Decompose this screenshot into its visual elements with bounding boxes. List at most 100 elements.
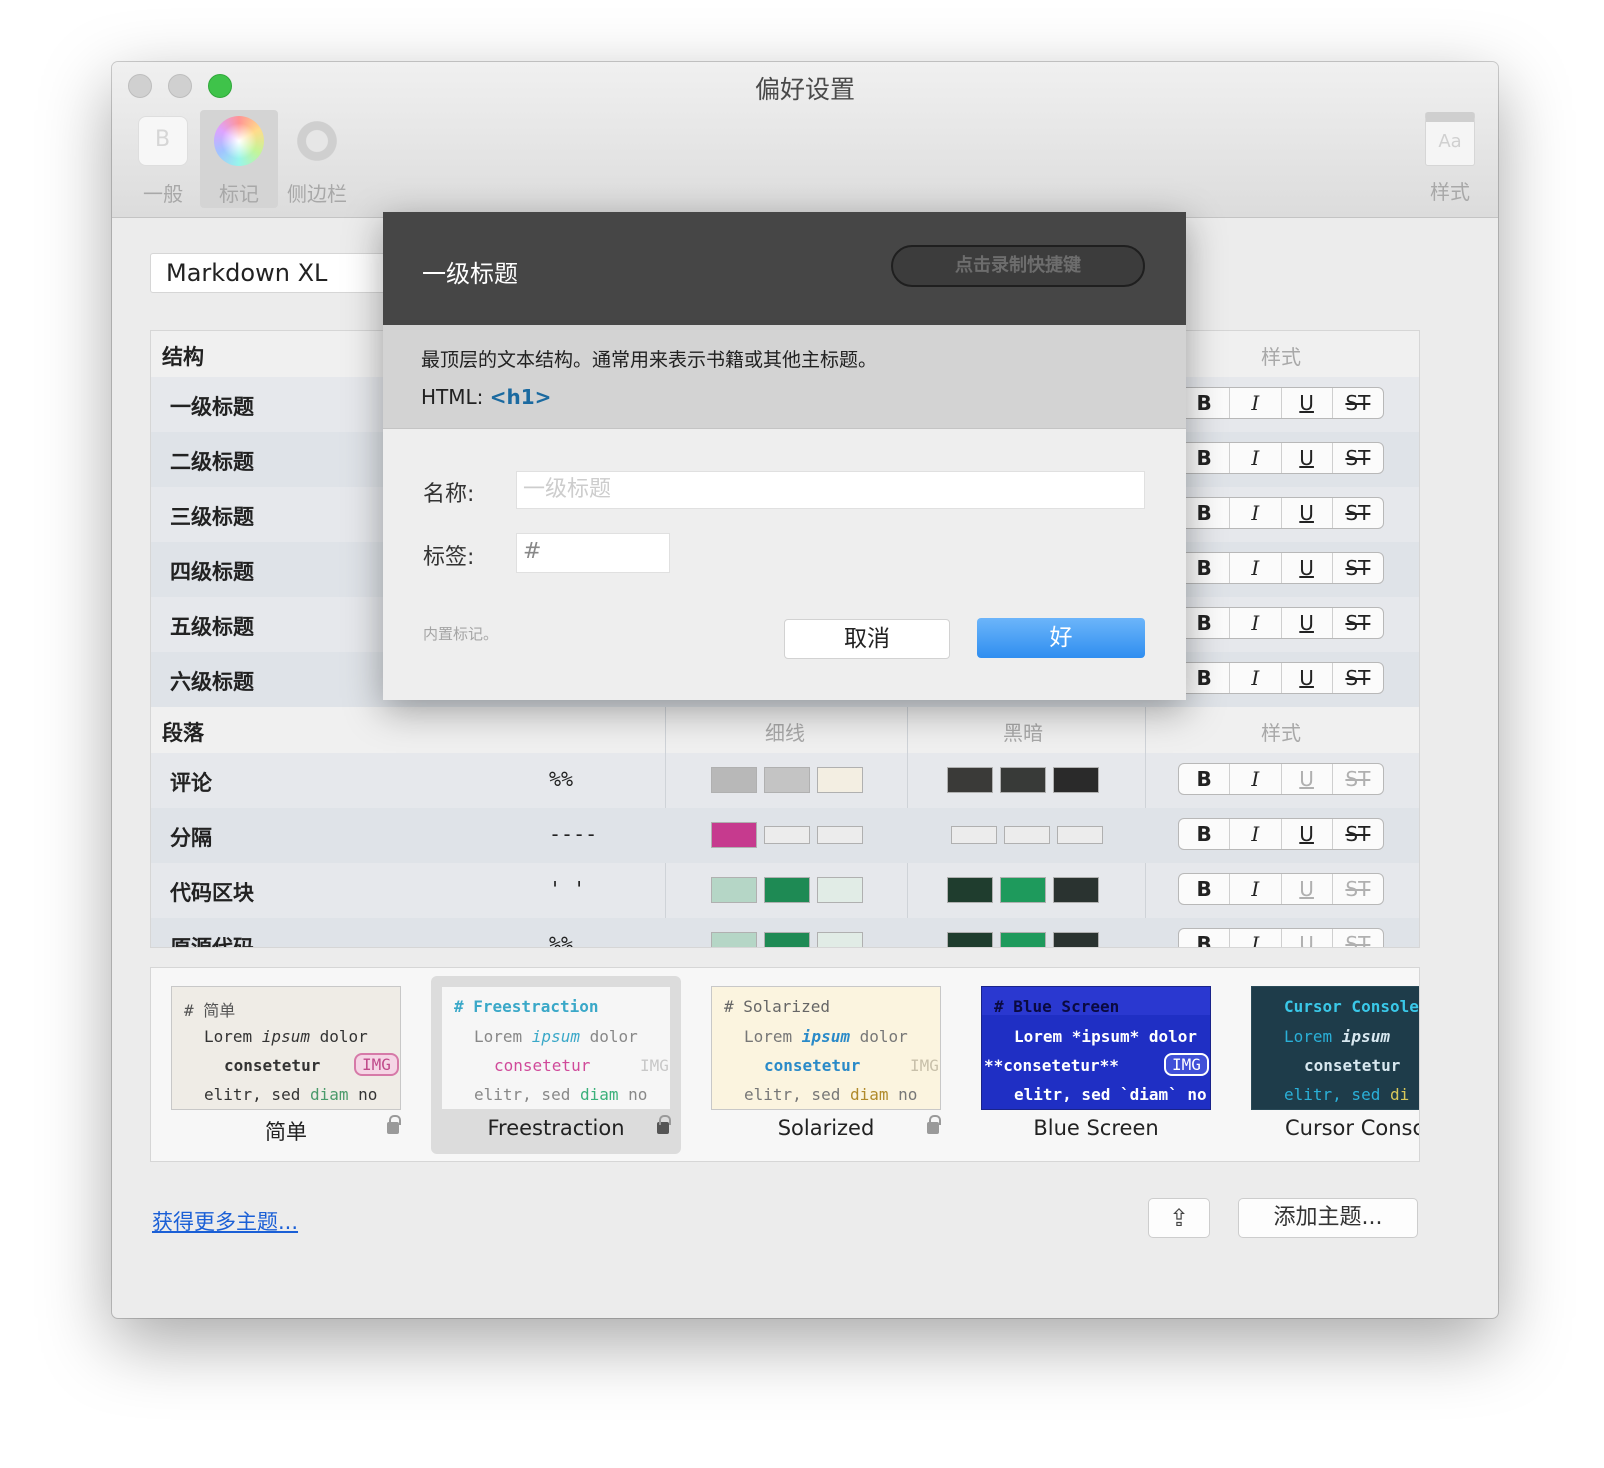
bold-toggle[interactable]: B bbox=[1179, 764, 1231, 794]
light-foreground-swatch[interactable] bbox=[711, 877, 757, 903]
format-buttons[interactable]: B I U ST bbox=[1178, 662, 1384, 694]
toolbar-sidebar-tab[interactable]: 侧边栏 bbox=[278, 110, 356, 208]
strike-toggle[interactable]: ST bbox=[1333, 608, 1383, 638]
share-icon[interactable]: ⇪ bbox=[1148, 1198, 1210, 1238]
strike-toggle[interactable]: ST bbox=[1333, 553, 1383, 583]
underline-toggle[interactable]: U bbox=[1282, 929, 1333, 947]
strike-toggle[interactable]: ST bbox=[1333, 498, 1383, 528]
format-buttons[interactable]: B I U ST bbox=[1178, 552, 1384, 584]
format-buttons[interactable]: B I U ST bbox=[1178, 387, 1384, 419]
theme-card-simple[interactable]: # 简单 Lorem ipsum dolor consetetur IMG el… bbox=[161, 976, 411, 1154]
strike-toggle[interactable]: ST bbox=[1333, 929, 1383, 947]
underline-toggle[interactable]: U bbox=[1282, 498, 1333, 528]
theme-selector[interactable]: Markdown XL bbox=[150, 253, 410, 293]
theme-card-freestraction[interactable]: # Freestraction Lorem ipsum dolor conset… bbox=[431, 976, 681, 1154]
italic-toggle[interactable]: I bbox=[1230, 608, 1282, 638]
lock-icon bbox=[387, 1115, 401, 1134]
italic-toggle[interactable]: I bbox=[1230, 929, 1282, 947]
strike-toggle[interactable]: ST bbox=[1333, 874, 1383, 904]
bold-toggle[interactable]: B bbox=[1179, 929, 1231, 947]
dark-extra-swatch[interactable] bbox=[1053, 932, 1099, 947]
underline-toggle[interactable]: U bbox=[1282, 663, 1333, 693]
dark-foreground-swatch[interactable] bbox=[947, 767, 993, 793]
get-more-themes-link[interactable]: 获得更多主题... bbox=[152, 1206, 298, 1236]
record-shortcut-button[interactable]: 点击录制快捷键 bbox=[891, 245, 1145, 287]
preview-heading: # Blue Screen bbox=[994, 997, 1120, 1016]
bold-toggle[interactable]: B bbox=[1179, 608, 1231, 638]
theme-card-cursor-console[interactable]: Cursor Console Lorem ipsum consetetur el… bbox=[1241, 976, 1419, 1154]
ok-button[interactable]: 好 bbox=[977, 618, 1145, 658]
light-extra-swatch[interactable] bbox=[817, 932, 863, 947]
dark-extra-swatch[interactable] bbox=[1053, 767, 1099, 793]
light-extra-swatch[interactable] bbox=[817, 877, 863, 903]
dark-background-swatch[interactable] bbox=[1004, 826, 1050, 844]
dark-foreground-swatch[interactable] bbox=[947, 877, 993, 903]
name-field[interactable]: 一级标题 bbox=[516, 471, 1145, 509]
add-theme-button[interactable]: 添加主题... bbox=[1238, 1198, 1418, 1238]
light-extra-swatch[interactable] bbox=[817, 767, 863, 793]
format-buttons[interactable]: B I U ST bbox=[1178, 818, 1384, 850]
light-background-swatch[interactable] bbox=[764, 877, 810, 903]
light-background-swatch[interactable] bbox=[764, 826, 810, 844]
format-buttons[interactable]: B I U ST bbox=[1178, 928, 1384, 947]
paragraph-row[interactable]: 代码区块 ' ' B I U ST bbox=[151, 863, 1419, 918]
underline-toggle[interactable]: U bbox=[1282, 443, 1333, 473]
light-extra-swatch[interactable] bbox=[817, 826, 863, 844]
dark-foreground-swatch[interactable] bbox=[947, 932, 993, 947]
format-buttons[interactable]: B I U ST bbox=[1178, 442, 1384, 474]
italic-toggle[interactable]: I bbox=[1230, 498, 1282, 528]
bold-toggle[interactable]: B bbox=[1179, 874, 1231, 904]
italic-toggle[interactable]: I bbox=[1230, 663, 1282, 693]
light-foreground-swatch[interactable] bbox=[711, 767, 757, 793]
bold-toggle[interactable]: B bbox=[1179, 819, 1231, 849]
bold-toggle[interactable]: B bbox=[1179, 553, 1231, 583]
bold-toggle[interactable]: B bbox=[1179, 388, 1231, 418]
tag-field[interactable]: # bbox=[516, 533, 670, 573]
toolbar-style-tab[interactable]: Aa 样式 bbox=[1420, 110, 1480, 208]
paragraph-row[interactable]: 分隔 ---- B I U ST bbox=[151, 808, 1419, 863]
dark-background-swatch[interactable] bbox=[1000, 877, 1046, 903]
light-foreground-swatch[interactable] bbox=[711, 932, 757, 947]
dark-background-swatch[interactable] bbox=[1000, 767, 1046, 793]
paragraph-row[interactable]: 原源代码 %% B I U ST bbox=[151, 918, 1419, 947]
dark-foreground-swatch[interactable] bbox=[951, 826, 997, 844]
toolbar-marks-tab[interactable]: 标记 bbox=[200, 110, 278, 208]
format-buttons[interactable]: B I U ST bbox=[1178, 873, 1384, 905]
underline-toggle[interactable]: U bbox=[1282, 819, 1333, 849]
strike-toggle[interactable]: ST bbox=[1333, 663, 1383, 693]
underline-toggle[interactable]: U bbox=[1282, 553, 1333, 583]
light-background-swatch[interactable] bbox=[764, 932, 810, 947]
bold-toggle[interactable]: B bbox=[1179, 443, 1231, 473]
italic-toggle[interactable]: I bbox=[1230, 819, 1282, 849]
italic-toggle[interactable]: I bbox=[1230, 388, 1282, 418]
italic-toggle[interactable]: I bbox=[1230, 874, 1282, 904]
paragraph-row[interactable]: 评论 %% B I U ST bbox=[151, 753, 1419, 808]
strike-toggle[interactable]: ST bbox=[1333, 388, 1383, 418]
italic-toggle[interactable]: I bbox=[1230, 553, 1282, 583]
underline-toggle[interactable]: U bbox=[1282, 874, 1333, 904]
format-buttons[interactable]: B I U ST bbox=[1178, 607, 1384, 639]
bold-toggle[interactable]: B bbox=[1179, 498, 1231, 528]
strike-toggle[interactable]: ST bbox=[1333, 819, 1383, 849]
underline-toggle[interactable]: U bbox=[1282, 388, 1333, 418]
format-buttons[interactable]: B I U ST bbox=[1178, 763, 1384, 795]
underline-toggle[interactable]: U bbox=[1282, 608, 1333, 638]
light-foreground-swatch[interactable] bbox=[711, 822, 757, 848]
light-background-swatch[interactable] bbox=[764, 767, 810, 793]
strike-toggle[interactable]: ST bbox=[1333, 764, 1383, 794]
toolbar-general-tab[interactable]: 一般 bbox=[124, 110, 202, 208]
strike-toggle[interactable]: ST bbox=[1333, 443, 1383, 473]
dark-extra-swatch[interactable] bbox=[1053, 877, 1099, 903]
cancel-button[interactable]: 取消 bbox=[784, 619, 950, 659]
italic-toggle[interactable]: I bbox=[1230, 764, 1282, 794]
dark-background-swatch[interactable] bbox=[1000, 932, 1046, 947]
format-buttons[interactable]: B I U ST bbox=[1178, 497, 1384, 529]
underline-toggle[interactable]: U bbox=[1282, 764, 1333, 794]
preview-line: Lorem ipsum dolor bbox=[744, 1027, 908, 1046]
dark-extra-swatch[interactable] bbox=[1057, 826, 1103, 844]
theme-card-solarized[interactable]: # Solarized Lorem ipsum dolor consetetur… bbox=[701, 976, 951, 1154]
bold-toggle[interactable]: B bbox=[1179, 663, 1231, 693]
sheet-title: 一级标题 bbox=[422, 260, 518, 288]
theme-card-blue-screen[interactable]: # Blue Screen Lorem *ipsum* dolor **cons… bbox=[971, 976, 1221, 1154]
italic-toggle[interactable]: I bbox=[1230, 443, 1282, 473]
